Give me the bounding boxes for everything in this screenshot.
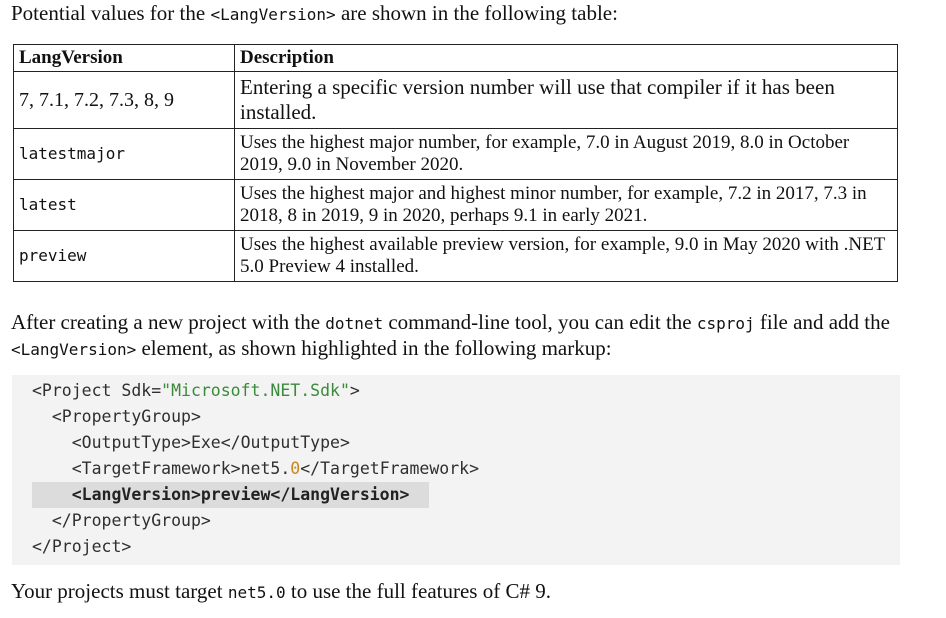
inline-code-csproj: csproj	[696, 314, 755, 333]
inline-code-langversion: <LangVersion>	[11, 340, 137, 359]
table-header-row: LangVersion Description	[13, 44, 898, 72]
cell-value: 7, 7.1, 7.2, 7.3, 8, 9	[13, 71, 235, 129]
cell-description: Uses the highest available preview versi…	[234, 230, 898, 282]
header-description: Description	[234, 44, 898, 72]
table-row: 7, 7.1, 7.2, 7.3, 8, 9 Entering a specif…	[13, 71, 898, 129]
code-line: <TargetFramework>net5.0</TargetFramework…	[32, 459, 480, 478]
table-row: latestmajor Uses the highest major numbe…	[13, 128, 898, 180]
cell-description: Entering a specific version number will …	[234, 71, 898, 129]
table-row: latest Uses the highest major and highes…	[13, 179, 898, 231]
code-line: </Project>	[32, 537, 132, 556]
cell-value: latest	[13, 179, 235, 231]
cell-value: preview	[13, 230, 235, 282]
cell-description: Uses the highest major and highest minor…	[234, 179, 898, 231]
intro-text-before: Potential values for the	[11, 1, 211, 25]
header-langversion: LangVersion	[13, 44, 235, 72]
inline-code-dotnet: dotnet	[325, 314, 384, 333]
code-line: <PropertyGroup>	[32, 407, 201, 426]
para2-text: After creating a new project with the	[11, 310, 326, 334]
langversion-table: LangVersion Description 7, 7.1, 7.2, 7.3…	[13, 44, 898, 282]
para2-text: file and add the	[754, 310, 890, 334]
inline-code-net5: net5.0	[227, 583, 286, 602]
intro-code: <LangVersion>	[210, 5, 336, 24]
intro-text-after: are shown in the following table:	[335, 1, 618, 25]
para2-text: command-line tool, you can edit the	[383, 310, 697, 334]
para3-text: Your projects must target	[11, 579, 228, 603]
code-line: <Project Sdk="Microsoft.NET.Sdk">	[32, 381, 360, 400]
para2-text: element, as shown highlighted in the fol…	[136, 336, 612, 360]
code-line-highlighted: <LangVersion>preview</LangVersion>	[32, 482, 429, 508]
code-string: "Microsoft.NET.Sdk"	[161, 381, 350, 400]
code-number: 0	[290, 459, 301, 478]
cell-value: latestmajor	[13, 128, 235, 180]
closing-paragraph: Your projects must target net5.0 to use …	[11, 578, 551, 606]
para3-text: to use the full features of C# 9.	[285, 579, 551, 603]
cell-description: Uses the highest major number, for examp…	[234, 128, 898, 180]
intro-paragraph: Potential values for the <LangVersion> a…	[11, 0, 618, 28]
code-block: <Project Sdk="Microsoft.NET.Sdk"> <Prope…	[12, 375, 900, 565]
table-row: preview Uses the highest available previ…	[13, 230, 898, 282]
code-line: </PropertyGroup>	[32, 511, 211, 530]
code-line: <OutputType>Exe</OutputType>	[32, 433, 350, 452]
instructions-paragraph: After creating a new project with the do…	[11, 310, 911, 362]
